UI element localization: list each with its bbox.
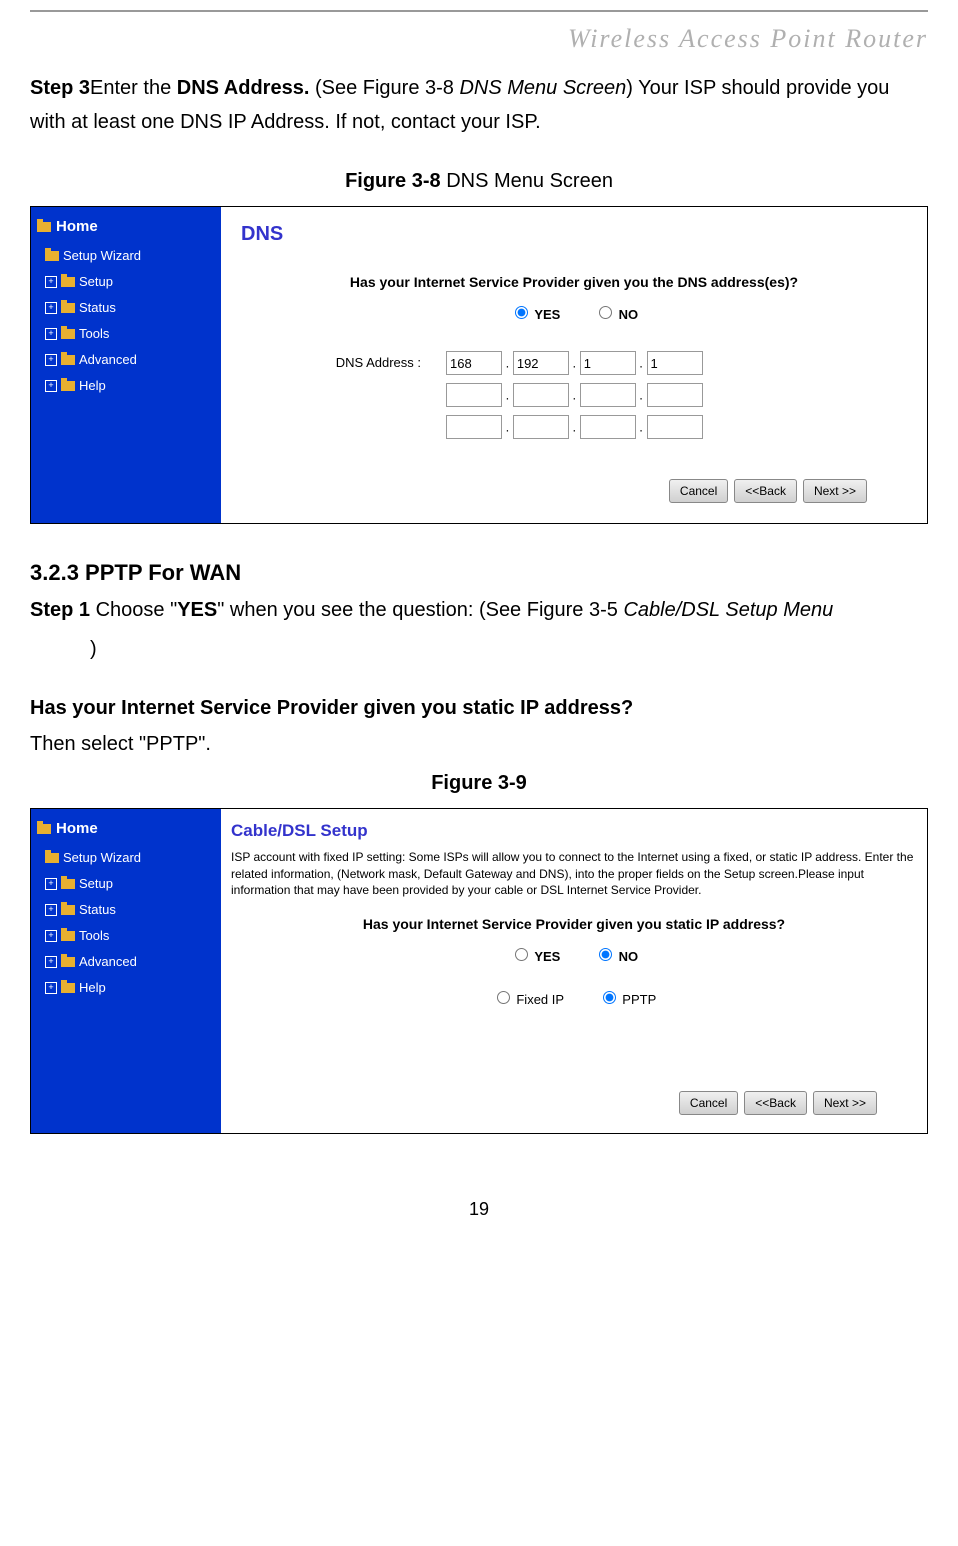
folder-icon: [45, 853, 59, 863]
dns-panel: DNS Has your Internet Service Provider g…: [221, 207, 927, 523]
next-button[interactable]: Next >>: [813, 1091, 877, 1115]
radio-yes[interactable]: YES: [510, 949, 560, 964]
dns-input-row-3: . . .: [446, 415, 703, 439]
sidebar-item-setup[interactable]: +Setup: [31, 871, 221, 897]
sidebar-item-setup-wizard[interactable]: Setup Wizard: [31, 243, 221, 269]
dns-octet[interactable]: [647, 351, 703, 375]
radio-yes[interactable]: YES: [510, 307, 560, 322]
folder-icon: [61, 879, 75, 889]
folder-icon: [61, 355, 75, 365]
folder-icon: [37, 824, 51, 834]
sidebar-item-tools[interactable]: +Tools: [31, 321, 221, 347]
radio-no[interactable]: NO: [594, 949, 638, 964]
sidebar-item-tools[interactable]: +Tools: [31, 923, 221, 949]
dns-octet[interactable]: [446, 383, 502, 407]
dns-octet[interactable]: [513, 383, 569, 407]
dns-octet[interactable]: [580, 351, 636, 375]
expand-icon: +: [45, 956, 57, 968]
radio-fixed-ip[interactable]: Fixed IP: [492, 992, 564, 1007]
expand-icon: +: [45, 354, 57, 366]
sidebar-item-help[interactable]: +Help: [31, 373, 221, 399]
step1-paragraph: Step 1 Choose "YES" when you see the que…: [30, 593, 928, 627]
folder-icon: [37, 222, 51, 232]
dns-address-label: DNS Address :: [241, 352, 446, 374]
cancel-button[interactable]: Cancel: [679, 1091, 738, 1115]
cable-dsl-panel: Cable/DSL Setup ISP account with fixed I…: [221, 809, 927, 1132]
folder-icon: [61, 329, 75, 339]
doc-header: Wireless Access Point Router: [30, 17, 928, 61]
dns-title: DNS: [241, 217, 907, 251]
cable-dsl-description: ISP account with fixed IP setting: Some …: [231, 849, 917, 898]
sidebar-item-status[interactable]: +Status: [31, 897, 221, 923]
dns-input-row-1: . . .: [446, 351, 703, 375]
section-3-2-3-heading: 3.2.3 PPTP For WAN: [30, 554, 928, 591]
back-button[interactable]: <<Back: [744, 1091, 807, 1115]
radio-pptp[interactable]: PPTP: [598, 992, 657, 1007]
cancel-button[interactable]: Cancel: [669, 479, 728, 503]
dns-octet[interactable]: [513, 415, 569, 439]
folder-icon: [61, 931, 75, 941]
dns-octet[interactable]: [647, 415, 703, 439]
sidebar: Home Setup Wizard +Setup +Status +Tools …: [31, 809, 221, 1132]
folder-icon: [61, 983, 75, 993]
sidebar-home[interactable]: Home: [31, 211, 221, 243]
dns-octet[interactable]: [580, 383, 636, 407]
folder-icon: [61, 957, 75, 967]
figure-3-8: Home Setup Wizard +Setup +Status +Tools …: [30, 206, 928, 524]
folder-icon: [61, 905, 75, 915]
step1-paragraph-cont: ): [30, 632, 928, 666]
expand-icon: +: [45, 930, 57, 942]
folder-icon: [61, 277, 75, 287]
sidebar-item-setup-wizard[interactable]: Setup Wizard: [31, 845, 221, 871]
cable-dsl-title: Cable/DSL Setup: [231, 817, 917, 846]
expand-icon: +: [45, 302, 57, 314]
folder-icon: [61, 303, 75, 313]
expand-icon: +: [45, 904, 57, 916]
expand-icon: +: [45, 276, 57, 288]
dns-octet[interactable]: [647, 383, 703, 407]
dns-octet[interactable]: [446, 351, 502, 375]
dns-input-row-2: . . .: [446, 383, 703, 407]
sidebar-item-advanced[interactable]: +Advanced: [31, 949, 221, 975]
dns-octet[interactable]: [580, 415, 636, 439]
sidebar-item-setup[interactable]: +Setup: [31, 269, 221, 295]
next-button[interactable]: Next >>: [803, 479, 867, 503]
back-button[interactable]: <<Back: [734, 479, 797, 503]
sidebar-item-help[interactable]: +Help: [31, 975, 221, 1001]
dns-octet[interactable]: [446, 415, 502, 439]
page-number: 19: [30, 1194, 928, 1225]
sidebar-home[interactable]: Home: [31, 813, 221, 845]
static-ip-question-panel: Has your Internet Service Provider given…: [231, 913, 917, 937]
figure-3-9: Home Setup Wizard +Setup +Status +Tools …: [30, 808, 928, 1133]
dns-question: Has your Internet Service Provider given…: [241, 271, 907, 295]
expand-icon: +: [45, 878, 57, 890]
figure-3-8-caption: Figure 3-8 DNS Menu Screen: [30, 164, 928, 198]
figure-3-9-caption: Figure 3-9: [30, 766, 928, 800]
sidebar-item-status[interactable]: +Status: [31, 295, 221, 321]
expand-icon: +: [45, 328, 57, 340]
folder-icon: [61, 381, 75, 391]
folder-icon: [45, 251, 59, 261]
then-select-pptp: Then select "PPTP".: [30, 727, 928, 761]
radio-no[interactable]: NO: [594, 307, 638, 322]
step3-paragraph: Step 3Enter the DNS Address. (See Figure…: [30, 71, 928, 139]
expand-icon: +: [45, 380, 57, 392]
expand-icon: +: [45, 982, 57, 994]
dns-octet[interactable]: [513, 351, 569, 375]
sidebar: Home Setup Wizard +Setup +Status +Tools …: [31, 207, 221, 523]
static-ip-question: Has your Internet Service Provider given…: [30, 691, 928, 725]
sidebar-item-advanced[interactable]: +Advanced: [31, 347, 221, 373]
